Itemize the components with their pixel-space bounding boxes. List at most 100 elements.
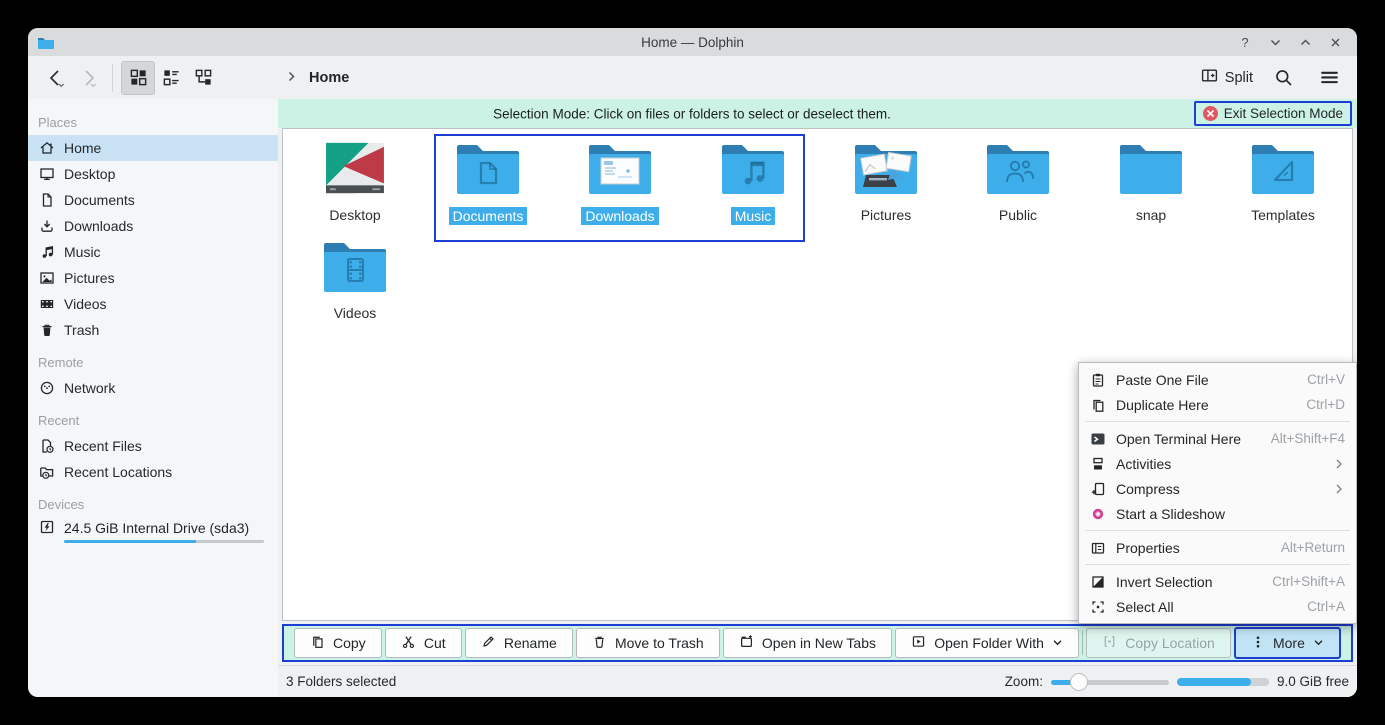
more-button[interactable]: More — [1234, 627, 1341, 659]
sidebar-item-label: Documents — [64, 192, 135, 208]
sidebar-item-downloads[interactable]: Downloads — [28, 213, 278, 239]
sidebar-item-label: Pictures — [64, 270, 115, 286]
breadcrumb: Home — [286, 69, 349, 87]
sidebar-item-label: Music — [64, 244, 101, 260]
picture-icon — [39, 270, 55, 286]
zoom-slider-handle[interactable] — [1070, 673, 1088, 691]
hamburger-menu-button[interactable] — [1313, 62, 1345, 94]
menu-item-open-terminal-here[interactable]: Open Terminal Here Alt+Shift+F4 — [1079, 426, 1356, 451]
properties-icon — [1090, 540, 1106, 556]
menu-item-activities[interactable]: Activities — [1079, 451, 1356, 476]
file-item-pictures[interactable]: Pictures — [824, 141, 948, 223]
file-label: Downloads — [581, 207, 658, 225]
menu-item-select-all[interactable]: Select All Ctrl+A — [1079, 594, 1356, 619]
menu-item-start-a-slideshow[interactable]: Start a Slideshow — [1079, 501, 1356, 526]
file-item-documents[interactable]: Documents — [426, 141, 550, 225]
sidebar-item-pictures[interactable]: Pictures — [28, 265, 278, 291]
sidebar-item-label: Home — [64, 140, 101, 156]
music-folder-icon — [721, 141, 785, 200]
open-with-icon — [911, 634, 926, 652]
menu-item-properties[interactable]: Properties Alt+Return — [1079, 535, 1356, 560]
sidebar-item-label: Videos — [64, 296, 107, 312]
rename-button[interactable]: Rename — [465, 628, 573, 658]
hard-drive-icon — [39, 519, 55, 538]
move-to-trash-button[interactable]: Move to Trash — [576, 628, 720, 658]
menu-item-duplicate-here[interactable]: Duplicate Here Ctrl+D — [1079, 392, 1356, 417]
sidebar-item-internal-drive[interactable]: 24.5 GiB Internal Drive (sda3) — [28, 517, 278, 543]
file-label: snap — [1136, 207, 1166, 223]
status-bar: 3 Folders selected Zoom: 9.0 GiB free — [278, 665, 1357, 697]
file-item-desktop[interactable]: Desktop — [293, 141, 417, 223]
menu-item-compress[interactable]: Compress — [1079, 476, 1356, 501]
sidebar-item-label: 24.5 GiB Internal Drive (sda3) — [64, 520, 249, 536]
file-label: Templates — [1251, 207, 1315, 223]
toolbar-separator — [112, 64, 113, 92]
file-item-videos[interactable]: Videos — [293, 239, 417, 321]
copy-button[interactable]: Copy — [294, 628, 382, 658]
chevron-down-icon — [1313, 635, 1324, 651]
sidebar-item-videos[interactable]: Videos — [28, 291, 278, 317]
menu-separator — [1085, 530, 1350, 531]
menu-item-invert-selection[interactable]: Invert Selection Ctrl+Shift+A — [1079, 569, 1356, 594]
open-folder-with-button[interactable]: Open Folder With — [895, 628, 1079, 658]
downloads-folder-icon — [588, 141, 652, 200]
file-label: Desktop — [329, 207, 380, 223]
sidebar-item-documents[interactable]: Documents — [28, 187, 278, 213]
titlebar[interactable]: Home — Dolphin ? — [28, 28, 1357, 56]
download-icon — [39, 218, 55, 234]
clipboard-paste-icon — [1090, 372, 1106, 388]
split-icon — [1201, 67, 1218, 88]
split-button[interactable]: Split — [1201, 67, 1253, 88]
search-button[interactable] — [1267, 62, 1299, 94]
window-title: Home — Dolphin — [28, 35, 1357, 50]
network-icon — [39, 380, 55, 396]
file-item-downloads[interactable]: Downloads — [558, 141, 682, 225]
file-item-templates[interactable]: Templates — [1221, 141, 1345, 223]
exit-selection-label: Exit Selection Mode — [1224, 106, 1343, 121]
sidebar-item-label: Network — [64, 380, 115, 396]
remote-section-header: Remote — [28, 349, 278, 375]
copy-location-icon — [1102, 634, 1117, 652]
sidebar-item-label: Trash — [64, 322, 99, 338]
breadcrumb-home[interactable]: Home — [309, 70, 349, 86]
cut-button[interactable]: Cut — [385, 628, 462, 658]
plain-folder-icon — [1119, 141, 1183, 200]
dolphin-window: Home — Dolphin ? — [28, 28, 1357, 697]
invert-selection-icon — [1090, 574, 1106, 590]
back-button[interactable] — [40, 62, 72, 94]
breadcrumb-chevron-icon[interactable] — [286, 69, 297, 87]
copy-location-button[interactable]: Copy Location — [1086, 628, 1231, 658]
sidebar-item-recent-files[interactable]: Recent Files — [28, 433, 278, 459]
file-item-snap[interactable]: snap — [1089, 141, 1213, 223]
recent-locations-icon — [39, 464, 55, 480]
compact-view-button[interactable] — [155, 62, 187, 94]
places-section-header: Places — [28, 109, 278, 135]
desktop-icon — [39, 166, 55, 182]
desktop-background: Home — Dolphin ? — [0, 0, 1385, 725]
zoom-slider[interactable] — [1051, 673, 1169, 691]
icons-view-button[interactable] — [121, 61, 155, 95]
sidebar-item-recent-locations[interactable]: Recent Locations — [28, 459, 278, 485]
submenu-arrow-icon — [1333, 483, 1345, 495]
forward-button[interactable] — [72, 62, 104, 94]
new-tab-icon — [739, 634, 754, 652]
exit-selection-mode-button[interactable]: Exit Selection Mode — [1194, 101, 1352, 126]
file-item-music[interactable]: Music — [691, 141, 815, 225]
sidebar-item-music[interactable]: Music — [28, 239, 278, 265]
pictures-folder-icon — [854, 141, 918, 200]
more-label: More — [1273, 635, 1305, 651]
documents-folder-icon — [456, 141, 520, 200]
slideshow-icon — [1090, 506, 1106, 522]
open-in-new-tabs-button[interactable]: Open in New Tabs — [723, 628, 892, 658]
places-panel: Places Home Desktop Documents Downloads — [28, 99, 278, 697]
sidebar-item-trash[interactable]: Trash — [28, 317, 278, 343]
tree-view-button[interactable] — [187, 62, 219, 94]
sidebar-item-home[interactable]: Home — [28, 135, 278, 161]
sidebar-item-desktop[interactable]: Desktop — [28, 161, 278, 187]
copy-icon — [310, 634, 325, 652]
devices-section-header: Devices — [28, 491, 278, 517]
recent-section-header: Recent — [28, 407, 278, 433]
file-item-public[interactable]: Public — [956, 141, 1080, 223]
menu-item-paste-one-file[interactable]: Paste One File Ctrl+V — [1079, 367, 1356, 392]
sidebar-item-network[interactable]: Network — [28, 375, 278, 401]
